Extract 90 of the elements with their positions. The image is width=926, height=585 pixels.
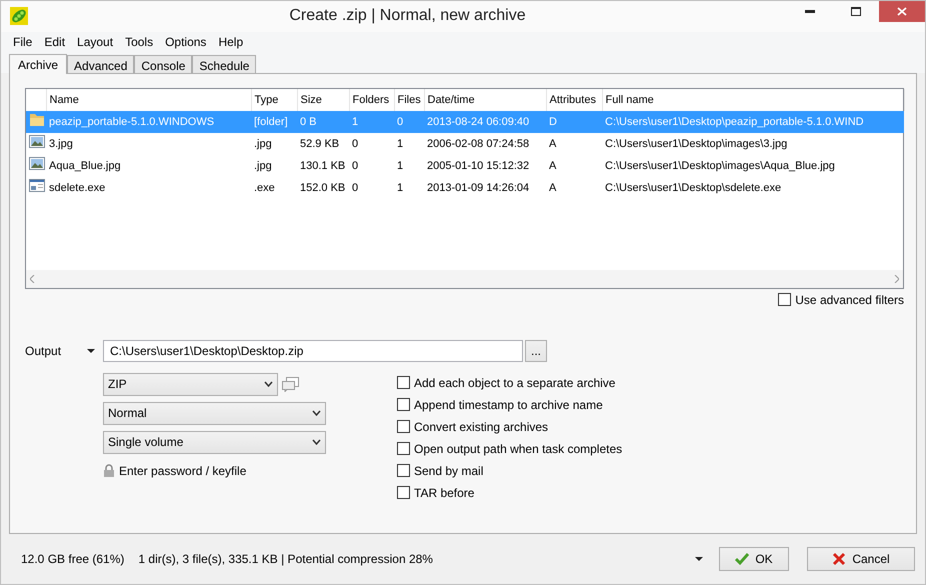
tab[interactable]: Console: [134, 54, 192, 73]
chevron-down-icon: [312, 410, 321, 416]
table-cell: peazip_portable-5.1.0.WINDOWS: [49, 116, 214, 128]
table-cell: .exe: [254, 182, 275, 194]
table-cell: C:\Users\user1\Desktop\sdelete.exe: [605, 182, 782, 194]
cancel-button[interactable]: Cancel: [807, 547, 915, 572]
scroll-left-icon[interactable]: [30, 274, 35, 283]
table-cell: 0: [397, 116, 404, 128]
checkbox-label: Add each object to a separate archive: [414, 374, 616, 392]
checkbox-label: Append timestamp to archive name: [414, 396, 603, 414]
table-cell: 1: [397, 182, 404, 194]
image-file-icon: [29, 134, 45, 149]
program-file-icon: [29, 178, 45, 193]
table-cell: C:\Users\user1\Desktop\peazip_portable-5.1.0.WIND: [605, 116, 864, 128]
table-cell: A: [549, 138, 556, 150]
image-file-icon: [29, 156, 45, 171]
table-cell: A: [549, 160, 556, 172]
checkbox[interactable]: [778, 293, 792, 306]
table-cell: 2005-01-10 15:12:32: [427, 160, 530, 172]
table-cell: 0: [352, 160, 358, 172]
scroll-right-icon[interactable]: [894, 274, 899, 283]
cross-icon: [832, 552, 846, 566]
comments-icon[interactable]: [282, 376, 299, 392]
checkbox[interactable]: [397, 376, 410, 390]
tab[interactable]: Schedule: [192, 54, 256, 73]
table-cell: 0: [352, 138, 358, 150]
checkbox-label: Use advanced filters: [795, 292, 904, 309]
table-cell: 130.1 KB: [300, 160, 346, 172]
table-cell: C:\Users\user1\Desktop\images\3.jpg: [605, 138, 788, 150]
table-cell: 152.0 KB: [300, 182, 346, 194]
table-cell: 2013-08-24 06:09:40: [427, 116, 530, 128]
menu-item[interactable]: File: [7, 32, 38, 51]
browse-button[interactable]: ...: [525, 340, 547, 362]
password-link[interactable]: Enter password / keyfile: [119, 462, 246, 480]
chevron-down-icon: [264, 381, 273, 388]
lock-icon: [103, 464, 115, 478]
dropdown[interactable]: ZIP: [103, 372, 278, 396]
checkbox[interactable]: [397, 442, 410, 456]
window-title: Create .zip | Normal, new archive: [288, 6, 527, 26]
menu-item[interactable]: Options: [159, 32, 212, 51]
tab[interactable]: Archive: [9, 54, 68, 74]
tab[interactable]: Advanced: [67, 54, 134, 73]
checkbox-label: Open output path when task completes: [414, 440, 622, 458]
disk-free-text: 12.0 GB free (61%): [21, 551, 124, 568]
folder-icon: [29, 112, 45, 127]
table-cell: sdelete.exe: [49, 182, 106, 194]
table-cell: 1: [397, 138, 404, 150]
maximize-icon[interactable]: [851, 7, 861, 16]
checkbox-label: TAR before: [414, 484, 474, 502]
check-icon: [735, 552, 750, 566]
table-cell: .jpg: [254, 138, 272, 150]
dropdown-caret-icon[interactable]: [695, 557, 703, 562]
table-cell: 0 B: [300, 116, 317, 128]
table-cell: C:\Users\user1\Desktop\images\Aqua_Blue.jpg: [605, 160, 835, 172]
table-cell: 0: [352, 182, 358, 194]
table-cell: 2013-01-09 14:26:04: [427, 182, 530, 194]
archive-summary: 1 dir(s), 3 file(s), 335.1 KB | Potential compression 28%: [138, 551, 433, 568]
checkbox-label: Send by mail: [414, 462, 484, 480]
table-cell: D: [549, 116, 557, 128]
table-cell: 1: [352, 116, 358, 128]
menu-item[interactable]: Tools: [119, 32, 160, 51]
menu-item[interactable]: Layout: [71, 32, 120, 51]
checkbox[interactable]: [397, 486, 410, 500]
file-row[interactable]: 3.jpg .jpg 52.9 KB 0 1 2006-02-08 07:24:58 A C:\Users\user1\Desktop\images\3.jpg: [26, 132, 904, 155]
menu-item[interactable]: Help: [212, 32, 250, 51]
table-cell: [folder]: [254, 116, 288, 128]
dropdown-caret-icon[interactable]: [87, 348, 95, 353]
table-cell: Aqua_Blue.jpg: [49, 160, 121, 172]
file-row[interactable]: Aqua_Blue.jpg .jpg 130.1 KB 0 1 2005-01-10 15:12:32 A C:\Users\user1\Desktop\images\Aqua_Blue.jpg: [26, 154, 904, 177]
table-cell: 3.jpg: [49, 138, 73, 150]
table-cell: 52.9 KB: [300, 138, 340, 150]
menu-item[interactable]: Edit: [38, 32, 72, 51]
table-cell: 1: [397, 160, 404, 172]
table-cell: A: [549, 182, 556, 194]
output-label: Output: [25, 342, 62, 360]
dropdown[interactable]: Single volume: [103, 430, 326, 454]
dropdown[interactable]: Normal: [103, 402, 326, 425]
checkbox[interactable]: [397, 420, 410, 434]
horizontal-scrollbar[interactable]: [26, 270, 903, 288]
chevron-down-icon: [312, 439, 321, 446]
checkbox[interactable]: [397, 398, 410, 412]
app-logo-icon: [10, 7, 28, 26]
output-path-field[interactable]: C:\Users\user1\Desktop\Desktop.zip: [103, 340, 523, 362]
checkbox[interactable]: [397, 464, 410, 478]
checkbox-label: Convert existing archives: [414, 418, 548, 436]
close-icon[interactable]: [897, 7, 907, 16]
table-cell: 2006-02-08 07:24:58: [427, 138, 530, 150]
ok-button[interactable]: OK: [719, 547, 789, 572]
file-row[interactable]: sdelete.exe .exe 152.0 KB 0 1 2013-01-09 14:26:04 A C:\Users\user1\Desktop\sdelete.exe: [26, 176, 904, 199]
table-cell: .jpg: [254, 160, 272, 172]
